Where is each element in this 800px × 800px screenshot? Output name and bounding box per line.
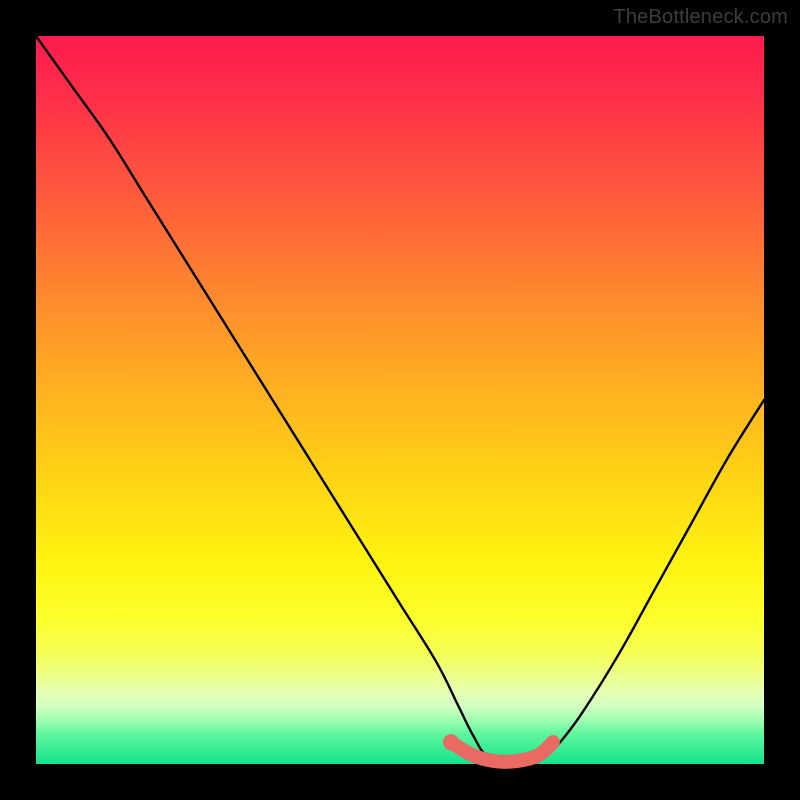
curve-svg <box>36 36 764 764</box>
highlighted-valley <box>451 742 553 762</box>
plot-area <box>36 36 764 764</box>
valley-left-knob <box>443 734 459 750</box>
attribution-label: TheBottleneck.com <box>613 6 788 29</box>
chart-frame: TheBottleneck.com <box>0 0 800 800</box>
bottleneck-curve <box>36 36 764 765</box>
